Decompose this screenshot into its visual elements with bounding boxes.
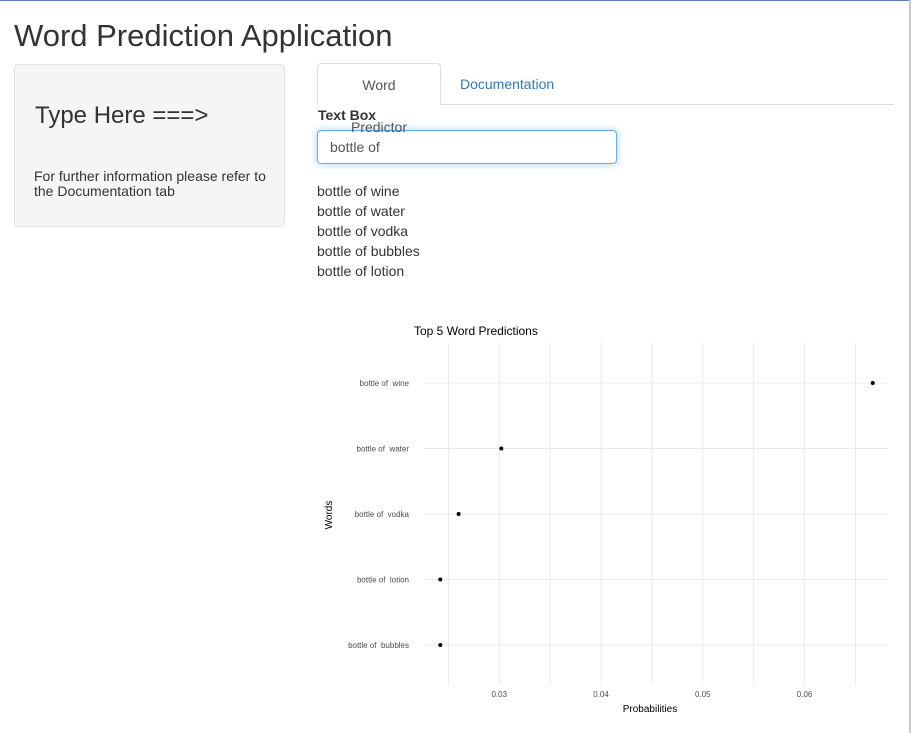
data-point bbox=[438, 643, 443, 647]
chart-x-ticks: 0.03 0.04 0.05 0.06 bbox=[492, 690, 813, 699]
tab-word-predictor[interactable]: Word Predictor bbox=[317, 63, 441, 135]
data-point bbox=[438, 577, 443, 582]
page-title: Word Prediction Application bbox=[14, 18, 393, 53]
x-tick-label: 0.05 bbox=[695, 690, 711, 699]
sidebar-info-text: For further information please refer to … bbox=[34, 168, 266, 199]
chart-grid bbox=[424, 343, 888, 685]
chart-y-ticks: bottle of wine bottle of water bottle of v… bbox=[348, 379, 409, 650]
tab-documentation[interactable]: Documentation bbox=[445, 63, 569, 105]
sidebar-heading: Type Here ===> bbox=[35, 102, 209, 129]
prediction-item: bottle of water bbox=[317, 203, 405, 219]
x-tick-label: 0.04 bbox=[593, 690, 609, 699]
prediction-item: bottle of bubbles bbox=[317, 243, 420, 259]
data-point bbox=[499, 446, 504, 451]
data-point bbox=[870, 381, 875, 385]
sidebar-panel: Type Here ===> For further information p… bbox=[14, 64, 285, 227]
y-tick-label: bottle of lotion bbox=[357, 576, 409, 585]
x-tick-label: 0.03 bbox=[492, 690, 508, 699]
prediction-item: bottle of wine bbox=[317, 183, 400, 199]
window-top-border bbox=[0, 0, 911, 1]
y-tick-label: bottle of wine bbox=[360, 379, 410, 388]
y-tick-label: bottle of water bbox=[357, 445, 410, 454]
x-tick-label: 0.06 bbox=[797, 690, 813, 699]
prediction-item: bottle of lotion bbox=[317, 263, 405, 279]
prediction-list: bottle of wine bottle of water bottle of… bbox=[317, 181, 420, 281]
prediction-item: bottle of vodka bbox=[317, 223, 409, 239]
prediction-chart: Top 5 Word Predictions bottle of winebot… bbox=[324, 324, 888, 715]
y-axis-label: Words bbox=[324, 501, 335, 530]
y-tick-label: bottle of bubbles bbox=[348, 641, 409, 650]
x-axis-label: Probabilities bbox=[623, 704, 677, 715]
chart-title: Top 5 Word Predictions bbox=[414, 324, 538, 338]
y-tick-label: bottle of vodka bbox=[355, 510, 410, 519]
data-point bbox=[456, 512, 461, 516]
tab-bar: Word Predictor Documentation bbox=[317, 63, 894, 135]
